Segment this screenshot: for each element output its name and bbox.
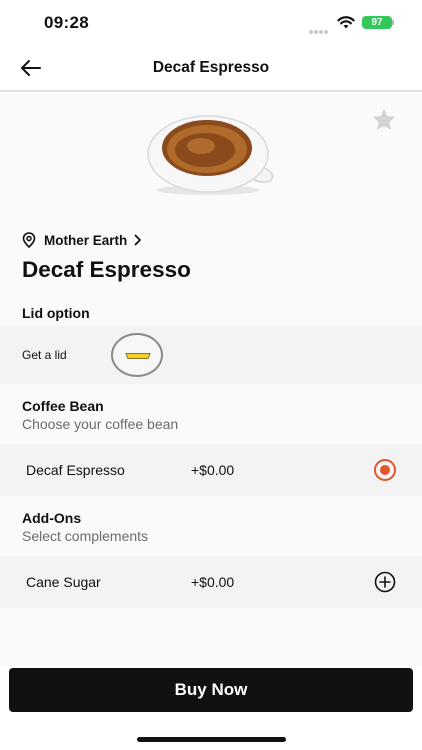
home-indicator <box>137 737 286 742</box>
battery-cap <box>392 20 394 25</box>
lid-icon <box>125 353 151 359</box>
star-icon[interactable] <box>369 106 399 134</box>
coffee-bean-subtitle: Choose your coffee bean <box>22 416 179 432</box>
product-title: Decaf Espresso <box>22 257 191 282</box>
option-price: +$0.00 <box>191 574 235 590</box>
battery-icon: 97 <box>362 16 392 29</box>
location-pin-icon <box>22 232 36 248</box>
option-name: Decaf Espresso <box>26 462 125 478</box>
page-title: Decaf Espresso <box>152 59 270 76</box>
status-bar: 09:28 97 <box>0 0 422 44</box>
wifi-icon <box>337 16 355 29</box>
option-price: +$0.00 <box>191 462 235 478</box>
addons-subtitle: Select complements <box>22 528 149 544</box>
lid-toggle[interactable] <box>111 333 163 377</box>
lid-label: Get a lid <box>22 348 67 362</box>
lid-section-title: Lid option <box>22 305 90 321</box>
espresso-cup-image <box>147 115 274 195</box>
cellular-signal-icon <box>309 21 329 34</box>
radio-dot <box>380 465 390 475</box>
addon-option[interactable]: Cane Sugar +$0.00 <box>0 556 422 608</box>
lid-option-row: Get a lid <box>0 326 422 384</box>
plus-circle-icon[interactable] <box>374 571 396 593</box>
status-time: 09:28 <box>44 13 89 32</box>
product-hero <box>0 94 422 216</box>
option-name: Cane Sugar <box>26 574 101 590</box>
addons-section-title: Add-Ons <box>22 510 82 526</box>
coffee-bean-section-title: Coffee Bean <box>22 398 104 414</box>
nav-bar: Decaf Espresso <box>0 44 422 92</box>
store-name: Mother Earth <box>44 232 128 248</box>
radio-selected[interactable] <box>374 459 396 481</box>
store-link[interactable]: Mother Earth <box>22 231 142 249</box>
chevron-right-icon <box>134 234 142 246</box>
buy-now-button[interactable]: Buy Now <box>9 668 413 712</box>
coffee-bean-option[interactable]: Decaf Espresso +$0.00 <box>0 444 422 496</box>
